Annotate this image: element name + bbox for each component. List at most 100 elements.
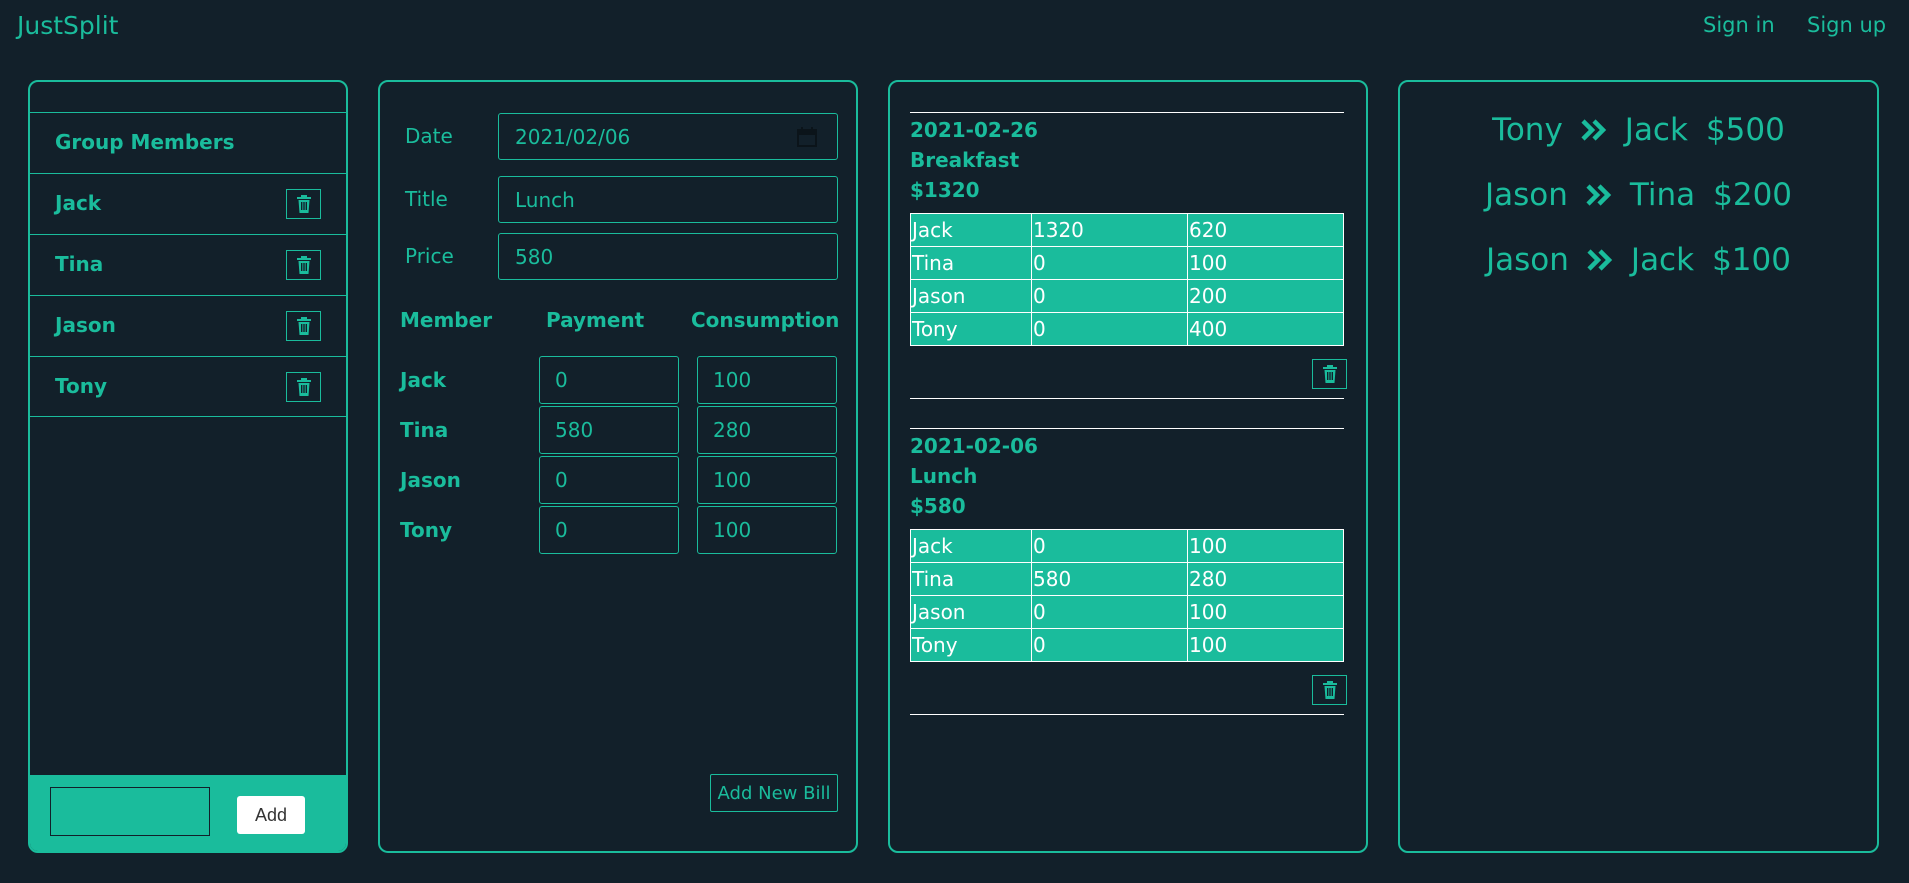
table-row: Tony 0 400: [910, 312, 1344, 346]
member-name: Jason: [55, 313, 116, 337]
delete-bill-button[interactable]: [1312, 359, 1347, 389]
calendar-icon[interactable]: [797, 127, 817, 147]
payment-input[interactable]: 0: [539, 356, 679, 404]
payment-input[interactable]: 0: [539, 506, 679, 554]
payee-name: Jack: [1624, 112, 1688, 148]
consumption-input[interactable]: 100: [697, 456, 837, 504]
table-row: Tina 0 100: [910, 246, 1344, 280]
bill-form-panel: Date 2021/02/06 Title Lunch Price 580 Me…: [378, 80, 858, 853]
sign-in-link[interactable]: Sign in: [1703, 13, 1775, 37]
member-item: Jack: [30, 173, 346, 234]
members-header-label: Group Members: [55, 130, 235, 154]
bill-table: Jack 0 100 Tina 580 280 Jason 0 100 Tony…: [910, 529, 1344, 662]
add-member-button[interactable]: Add: [237, 796, 305, 834]
table-cell: Jack: [910, 213, 1032, 247]
table-cell: 620: [1187, 213, 1344, 247]
table-cell: 0: [1031, 595, 1188, 629]
table-cell: 100: [1187, 246, 1344, 280]
payment-input[interactable]: 0: [539, 456, 679, 504]
table-cell: Tina: [910, 246, 1032, 280]
sign-up-link[interactable]: Sign up: [1807, 13, 1886, 37]
members-header: Group Members: [30, 112, 346, 173]
table-cell: 0: [1031, 628, 1188, 662]
table-cell: 0: [1031, 246, 1188, 280]
member-name: Tina: [55, 252, 104, 276]
bill-divider: [910, 428, 1344, 429]
add-new-bill-button[interactable]: Add New Bill: [710, 774, 838, 812]
bill-price: $580: [910, 494, 966, 518]
delete-bill-button[interactable]: [1312, 675, 1347, 705]
column-payment: Payment: [546, 308, 645, 332]
member-name: Tony: [55, 374, 108, 398]
bill-title: Lunch: [910, 464, 978, 488]
date-label: Date: [405, 124, 453, 148]
price-value: 580: [515, 244, 554, 269]
table-cell: 1320: [1031, 213, 1188, 247]
payer-name: Jason: [1484, 177, 1568, 213]
add-member-bar: Add: [30, 775, 346, 851]
settlement-panel: Tony Jack $500 Jason Tina $200 Jason Jac…: [1398, 80, 1879, 853]
table-cell: Jason: [910, 595, 1032, 629]
row-member-name: Tony: [400, 518, 453, 542]
consumption-input[interactable]: 100: [697, 356, 837, 404]
row-member-name: Jack: [400, 368, 447, 392]
table-cell: Jason: [910, 279, 1032, 313]
payer-name: Jason: [1486, 242, 1569, 278]
member-item: Tina: [30, 234, 346, 295]
delete-member-button[interactable]: [286, 311, 321, 341]
bill-divider: [910, 112, 1344, 113]
trash-icon: [296, 378, 312, 396]
price-input[interactable]: 580: [498, 233, 838, 280]
navbar: JustSplit Sign in Sign up: [0, 0, 1909, 54]
bills-panel: 2021-02-26 Breakfast $1320 Jack 1320 620…: [888, 80, 1368, 853]
members-panel: Group Members Jack Tina Jason Tony Add: [28, 80, 348, 853]
table-cell: 0: [1031, 312, 1188, 346]
table-cell: 0: [1031, 529, 1188, 563]
title-input[interactable]: Lunch: [498, 176, 838, 223]
trash-icon: [296, 256, 312, 274]
member-name: Jack: [55, 191, 102, 215]
settlement-row: Jason Jack $100: [1400, 242, 1877, 278]
date-value: 2021/02/06: [515, 124, 631, 149]
table-cell: Tina: [910, 562, 1032, 596]
consumption-input[interactable]: 100: [697, 506, 837, 554]
payer-name: Tony: [1492, 112, 1563, 148]
row-member-name: Tina: [400, 418, 449, 442]
table-cell: 280: [1187, 562, 1344, 596]
settlement-amount: $500: [1705, 112, 1785, 148]
double-chevron-right-icon: [1581, 119, 1606, 141]
table-cell: Jack: [910, 529, 1032, 563]
delete-member-button[interactable]: [286, 250, 321, 280]
delete-member-button[interactable]: [286, 189, 321, 219]
table-row: Jack 0 100: [910, 529, 1344, 563]
table-cell: 400: [1187, 312, 1344, 346]
consumption-input[interactable]: 280: [697, 406, 837, 454]
date-input[interactable]: 2021/02/06: [498, 113, 838, 160]
title-value: Lunch: [515, 187, 575, 212]
trash-icon: [1322, 681, 1338, 699]
settlement-row: Tony Jack $500: [1400, 112, 1877, 148]
table-cell: 100: [1187, 628, 1344, 662]
add-member-input[interactable]: [50, 787, 210, 836]
payee-name: Jack: [1630, 242, 1695, 278]
table-cell: 200: [1187, 279, 1344, 313]
trash-icon: [296, 195, 312, 213]
table-cell: Tony: [910, 628, 1032, 662]
settlement-row: Jason Tina $200: [1400, 177, 1877, 213]
table-row: Jason 0 100: [910, 595, 1344, 629]
bill-date: 2021-02-26: [910, 118, 1038, 142]
table-cell: 0: [1031, 279, 1188, 313]
table-row: Tina 580 280: [910, 562, 1344, 596]
brand-logo[interactable]: JustSplit: [17, 11, 118, 40]
bill-table: Jack 1320 620 Tina 0 100 Jason 0 200 Ton…: [910, 213, 1344, 346]
delete-member-button[interactable]: [286, 372, 321, 402]
bill-price: $1320: [910, 178, 980, 202]
row-member-name: Jason: [400, 468, 461, 492]
members-list: Group Members Jack Tina Jason Tony: [30, 112, 346, 417]
bill-date: 2021-02-06: [910, 434, 1038, 458]
payment-input[interactable]: 580: [539, 406, 679, 454]
bill-title: Breakfast: [910, 148, 1020, 172]
title-label: Title: [405, 187, 448, 211]
table-row: Jason 0 200: [910, 279, 1344, 313]
table-cell: 100: [1187, 595, 1344, 629]
